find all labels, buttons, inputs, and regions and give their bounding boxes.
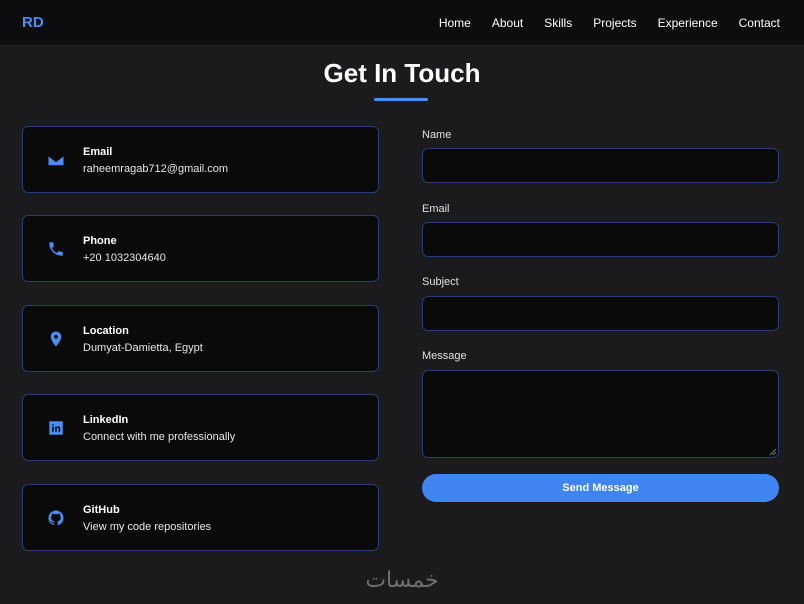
contact-card-value: raheemragab712@gmail.com (83, 163, 229, 175)
contact-card-title: GitHub (83, 504, 120, 516)
contact-card-title: LinkedIn (83, 414, 129, 426)
contact-card-title: Location (83, 325, 129, 337)
github-icon (47, 509, 65, 527)
contact-card-title: Email (83, 146, 113, 158)
nav-links: Home About Skills Projects Experience Co… (439, 16, 780, 30)
nav-link-contact[interactable]: Contact (739, 16, 780, 30)
linkedin-icon (47, 419, 65, 437)
nav-link-skills[interactable]: Skills (544, 16, 572, 30)
contact-card-github[interactable]: GitHub View my code repositories (22, 484, 379, 551)
contact-card-title: Phone (83, 235, 117, 247)
site-logo[interactable]: RD (22, 14, 44, 31)
email-input[interactable] (422, 222, 779, 257)
page-title: Get In Touch (323, 58, 481, 88)
contact-card-email[interactable]: Email raheemragab712@gmail.com (22, 126, 379, 193)
contact-card-value: Connect with me professionally (83, 431, 236, 443)
message-label: Message (422, 350, 467, 362)
send-message-button[interactable]: Send Message (422, 474, 779, 502)
contact-card-linkedin[interactable]: LinkedIn Connect with me professionally (22, 394, 379, 461)
title-underline (374, 98, 428, 101)
contact-card-location[interactable]: Location Dumyat-Damietta, Egypt (22, 305, 379, 372)
subject-label: Subject (422, 276, 459, 288)
phone-icon (47, 240, 65, 258)
message-textarea[interactable] (422, 370, 779, 458)
envelope-icon (47, 151, 65, 169)
contact-card-phone[interactable]: Phone +20 1032304640 (22, 215, 379, 282)
map-pin-icon (47, 330, 65, 348)
contact-card-value: Dumyat-Damietta, Egypt (83, 342, 203, 354)
navbar: RD Home About Skills Projects Experience… (0, 0, 804, 46)
nav-link-projects[interactable]: Projects (593, 16, 636, 30)
nav-link-experience[interactable]: Experience (658, 16, 718, 30)
contact-card-value: +20 1032304640 (83, 252, 166, 264)
watermark: خمسات (365, 568, 439, 593)
name-label: Name (422, 129, 452, 141)
nav-link-about[interactable]: About (492, 16, 523, 30)
nav-link-home[interactable]: Home (439, 16, 471, 30)
subject-input[interactable] (422, 296, 779, 331)
name-input[interactable] (422, 148, 779, 183)
email-label: Email (422, 203, 450, 215)
resize-grip-icon[interactable] (769, 448, 777, 456)
contact-card-value: View my code repositories (83, 521, 212, 533)
